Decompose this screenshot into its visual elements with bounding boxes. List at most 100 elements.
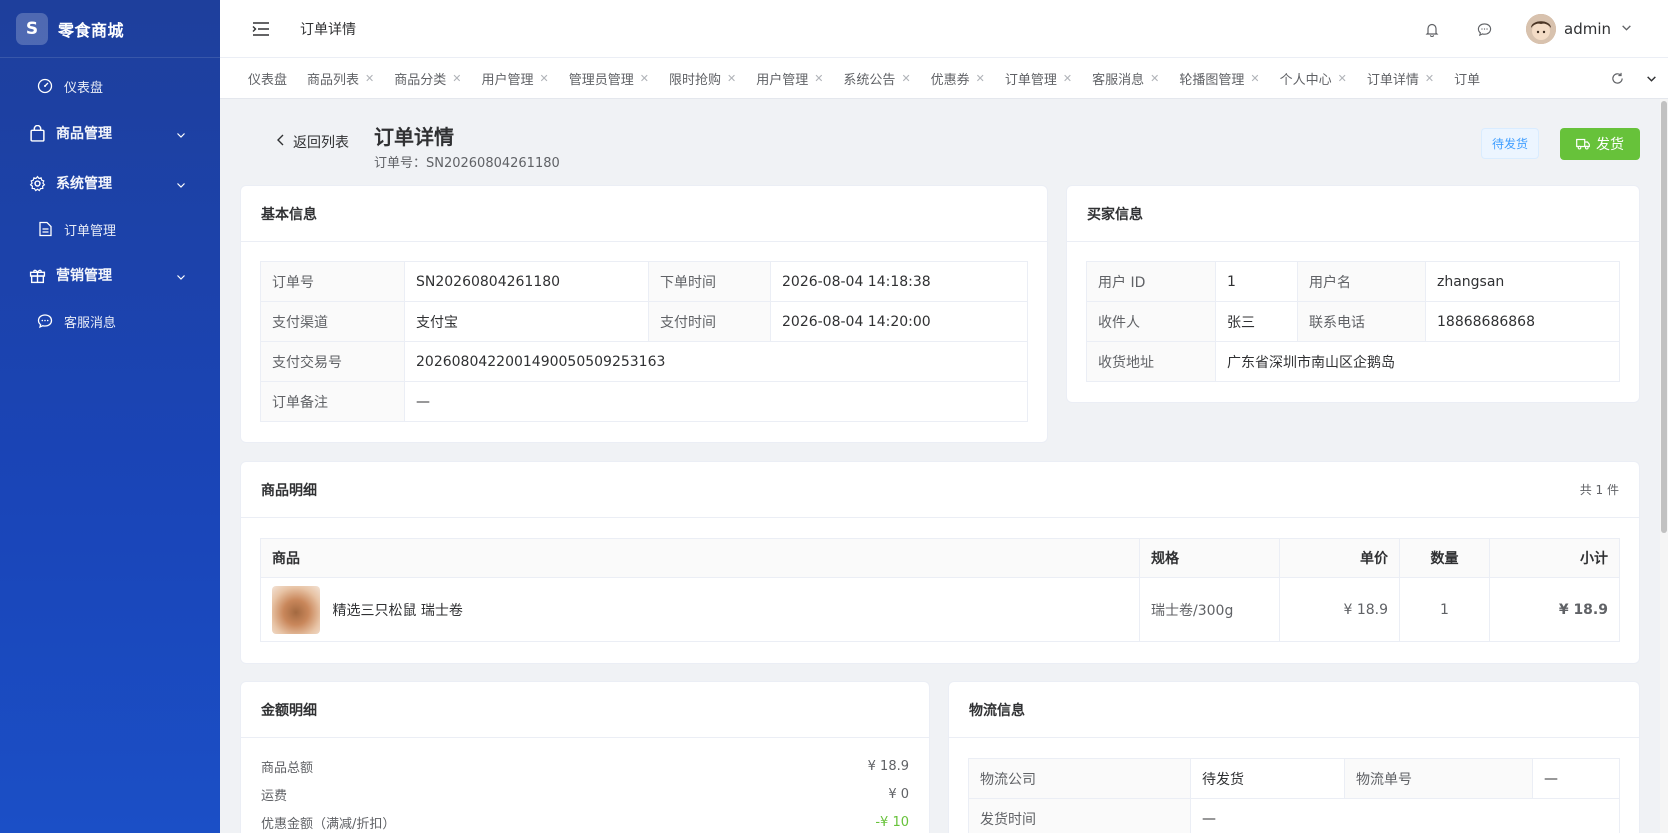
logistics-table: 物流公司 待发货 物流单号 — 发货时间 — — [968, 758, 1620, 833]
close-icon[interactable]: ✕ — [1338, 72, 1347, 85]
close-icon[interactable]: ✕ — [727, 72, 736, 85]
tab[interactable]: 系统公告 ✕ — [833, 58, 920, 98]
top-header: 订单详情 admin — [220, 0, 1668, 58]
close-icon[interactable]: ✕ — [1425, 72, 1434, 85]
goods-table: 商品 规格 单价 数量 小计 精选三只松鼠 瑞士卷 瑞士卷/300g ¥ 18.… — [260, 538, 1620, 642]
pay-time: 2026-08-04 14:20:00 — [770, 301, 1028, 342]
discount-row: 优惠金额（满减/折扣） -¥ 10 — [241, 808, 929, 833]
breadcrumb: 订单详情 — [300, 21, 356, 38]
tab[interactable]: 管理员管理 ✕ — [559, 58, 659, 98]
tab-label: 订单管理 — [1004, 72, 1057, 88]
label: 收件人 — [1086, 301, 1216, 342]
logistics-card: 物流信息 物流公司 待发货 物流单号 — 发货时间 — — [948, 681, 1640, 833]
tab[interactable]: 用户管理 ✕ — [471, 58, 558, 98]
sidebar-item-dashboard[interactable]: 仪表盘 — [0, 64, 220, 108]
close-icon[interactable]: ✕ — [640, 72, 649, 85]
close-icon[interactable]: ✕ — [1063, 72, 1072, 85]
brand-logo: S — [16, 12, 48, 45]
close-icon[interactable]: ✕ — [452, 72, 461, 85]
tracking-number: — — [1532, 758, 1620, 799]
brand[interactable]: S 零食商城 — [0, 0, 220, 58]
tab-label: 用户管理 — [756, 72, 809, 88]
sidebar-item-label: 营销管理 — [56, 268, 112, 284]
bell-icon[interactable] — [1422, 19, 1442, 39]
tab-tools — [1600, 58, 1668, 98]
table-row: 精选三只松鼠 瑞士卷 瑞士卷/300g ¥ 18.9 1 ¥ 18.9 — [260, 577, 1620, 642]
order-remark: — — [404, 381, 1028, 422]
receiver: 张三 — [1215, 301, 1298, 342]
tab[interactable]: 商品列表 ✕ — [297, 58, 384, 98]
tab-label: 客服消息 — [1092, 72, 1145, 88]
buyer-info-card: 买家信息 用户 ID 1 用户名 zhangsan 收件人 张三 联系电话 18… — [1066, 185, 1640, 403]
scrollbar[interactable] — [1660, 99, 1668, 833]
card-title: 买家信息 — [1067, 186, 1639, 242]
scrollbar-thumb[interactable] — [1661, 101, 1667, 533]
tab-label: 系统公告 — [843, 72, 896, 88]
close-icon[interactable]: ✕ — [365, 72, 374, 85]
sidebar-item-marketing[interactable]: 营销管理 — [0, 250, 220, 300]
username[interactable]: admin — [1564, 20, 1611, 38]
tab[interactable]: 限时抢购 ✕ — [659, 58, 746, 98]
close-icon[interactable]: ✕ — [976, 72, 985, 85]
label: 优惠金额（满减/折扣） — [261, 816, 396, 832]
back-button[interactable]: 返回列表 — [276, 132, 349, 152]
tab[interactable]: 订单管理 ✕ — [995, 58, 1082, 98]
unit-price: ¥ 18.9 — [1279, 577, 1400, 642]
tab-label: 优惠券 — [930, 72, 970, 88]
gear-icon — [28, 174, 46, 192]
avatar[interactable] — [1526, 14, 1556, 44]
label: 支付时间 — [648, 301, 771, 342]
chevron-down-icon[interactable] — [1634, 58, 1668, 98]
user-id: 1 — [1215, 261, 1298, 302]
tab[interactable]: 个人中心 ✕ — [1270, 58, 1357, 98]
label: 支付渠道 — [260, 301, 405, 342]
tab[interactable]: 客服消息 ✕ — [1082, 58, 1169, 98]
product-thumbnail[interactable] — [272, 585, 320, 634]
tabs-list: 仪表盘 商品列表 ✕ 商品分类 ✕ 用户管理 ✕ 管理员管理 ✕ 限时抢购 ✕ 用户管理 ✕… — [220, 58, 1580, 98]
tab-label: 个人中心 — [1279, 72, 1332, 88]
sidebar-item-system[interactable]: 系统管理 — [0, 158, 220, 208]
discount: -¥ 10 — [875, 814, 909, 830]
label: 用户名 — [1297, 261, 1426, 302]
card-title: 商品明细 — [261, 482, 317, 499]
tab-label: 商品分类 — [394, 72, 447, 88]
header-actions: admin — [1422, 0, 1632, 58]
basic-info-table: 订单号 SN20260804261180 下单时间 2026-08-04 14:… — [260, 261, 1028, 422]
sidebar-item-goods[interactable]: 商品管理 — [0, 108, 220, 158]
sidebar-item-orders[interactable]: 订单管理 — [0, 208, 220, 250]
label: 支付交易号 — [260, 341, 405, 382]
tab-label: 用户管理 — [481, 72, 534, 88]
order-time: 2026-08-04 14:18:38 — [770, 261, 1028, 302]
ship-button[interactable]: 发货 — [1560, 128, 1640, 160]
sidebar: S 零食商城 仪表盘 商品管理 系统管理 订单管理 营销管理 客服消息 — [0, 0, 220, 833]
label: 订单备注 — [260, 381, 405, 422]
card-header: 商品明细 共 1 件 — [241, 462, 1639, 518]
close-icon[interactable]: ✕ — [1250, 72, 1259, 85]
tab[interactable]: 轮播图管理 ✕ — [1169, 58, 1269, 98]
tab[interactable]: 优惠券 ✕ — [921, 58, 995, 98]
freight: ¥ 0 — [888, 786, 909, 802]
tab[interactable]: 订单 — [1444, 58, 1490, 98]
tab[interactable]: 订单详情 ✕ — [1357, 58, 1444, 98]
chat-icon[interactable] — [1474, 19, 1494, 39]
menu-toggle-icon[interactable] — [250, 18, 272, 40]
close-icon[interactable]: ✕ — [540, 72, 549, 85]
sidebar-item-label: 仪表盘 — [64, 80, 104, 96]
close-icon[interactable]: ✕ — [901, 72, 910, 85]
tab[interactable]: 用户管理 ✕ — [746, 58, 833, 98]
sidebar-item-label: 订单管理 — [64, 223, 117, 239]
refresh-icon[interactable] — [1600, 58, 1634, 98]
amount-card: 金额明细 商品总额 ¥ 18.9 运费 ¥ 0 优惠金额（满减/折扣） -¥ 1… — [240, 681, 930, 833]
close-icon[interactable]: ✕ — [814, 72, 823, 85]
label: 联系电话 — [1297, 301, 1426, 342]
tab[interactable]: 商品分类 ✕ — [384, 58, 471, 98]
sidebar-menu: 仪表盘 商品管理 系统管理 订单管理 营销管理 客服消息 — [0, 58, 220, 342]
close-icon[interactable]: ✕ — [1150, 72, 1159, 85]
goods-card: 商品明细 共 1 件 商品 规格 单价 数量 小计 精选三只松鼠 瑞士卷 瑞士卷… — [240, 461, 1640, 664]
sidebar-item-service-messages[interactable]: 客服消息 — [0, 300, 220, 342]
document-icon — [36, 220, 54, 238]
tab[interactable]: 仪表盘 — [238, 58, 297, 98]
column-header: 数量 — [1399, 538, 1490, 578]
chevron-down-icon[interactable] — [1621, 21, 1632, 37]
product-name[interactable]: 精选三只松鼠 瑞士卷 — [332, 603, 462, 619]
